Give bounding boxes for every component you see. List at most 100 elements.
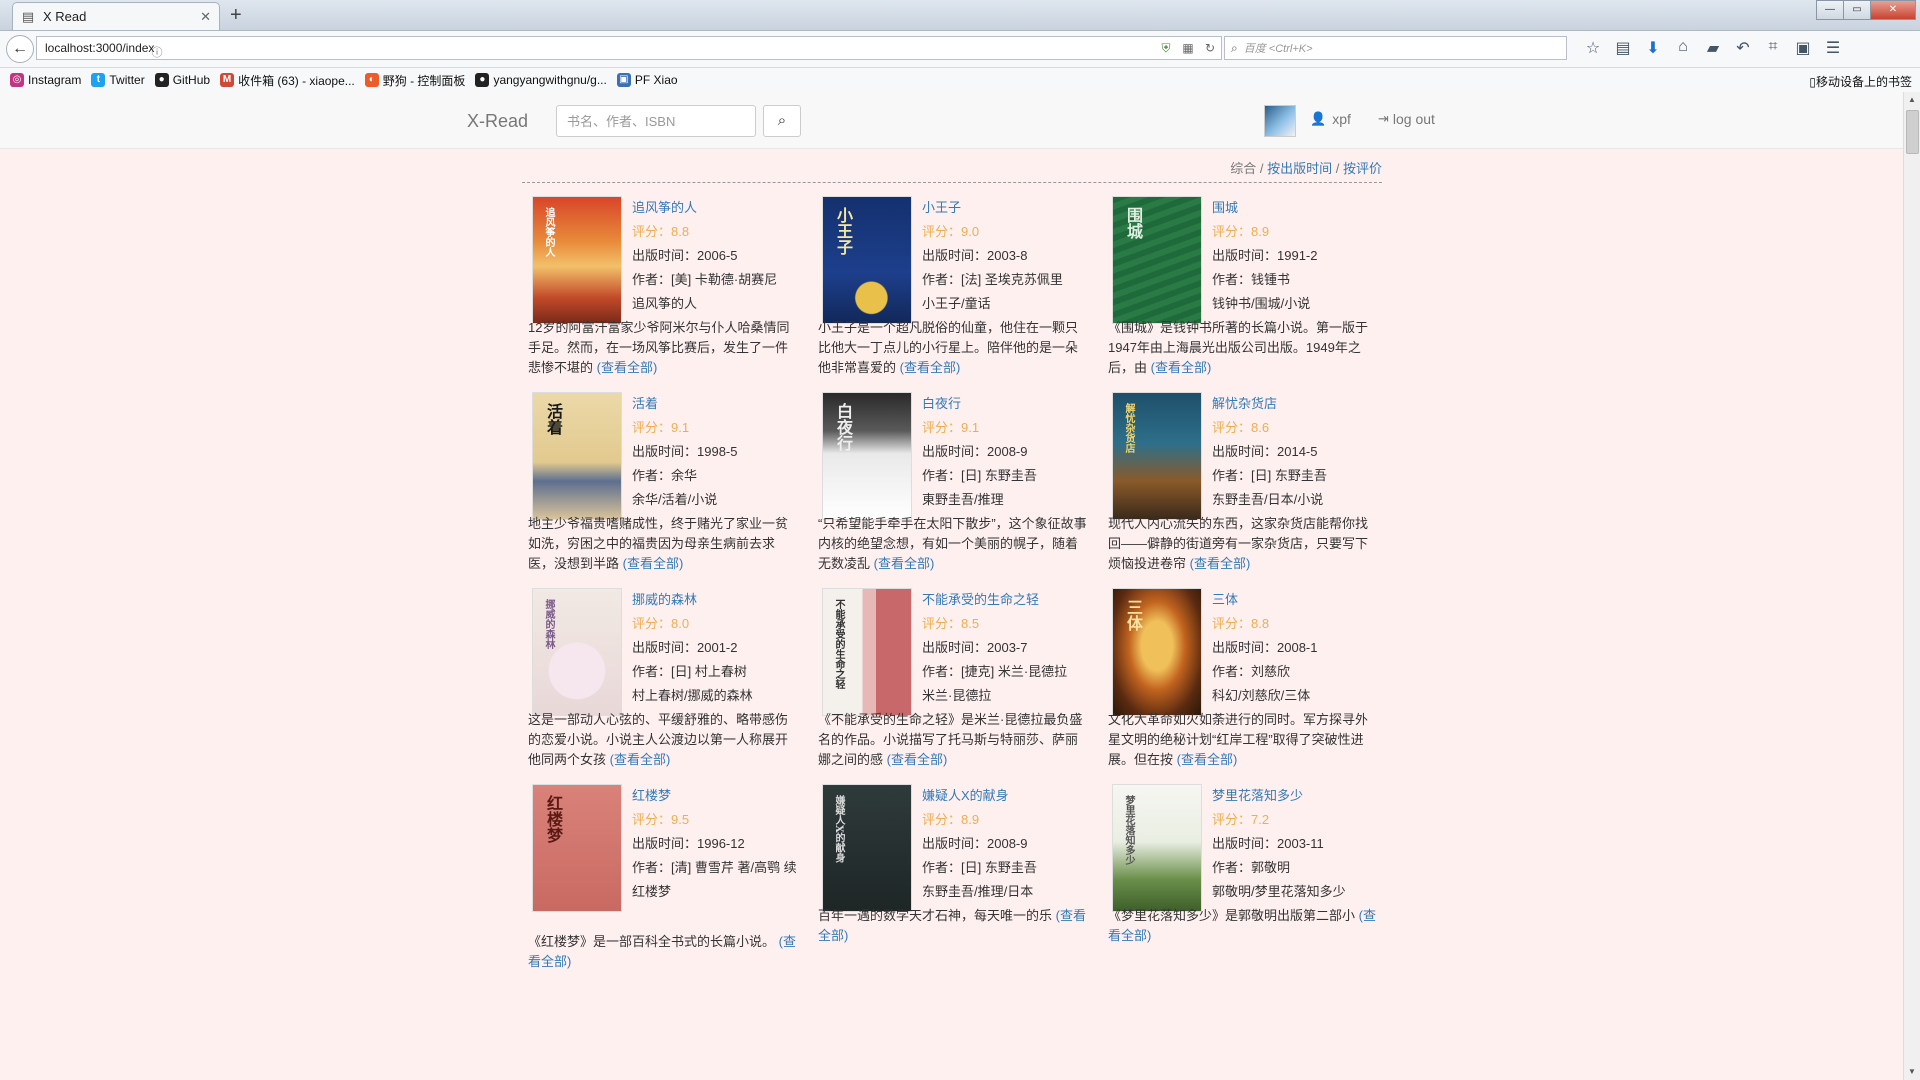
sort-all[interactable]: 综合: [1230, 161, 1256, 176]
download-icon[interactable]: ⬇: [1638, 38, 1668, 58]
avatar[interactable]: [1264, 105, 1296, 137]
github-icon: ●: [475, 73, 490, 87]
bookmark-wilddog[interactable]: ◐ 野狗 - 控制面板: [364, 72, 466, 89]
book-description: 《围城》是钱钟书所著的长篇小说。第一版于1947年由上海晨光出版公司出版。194…: [1108, 318, 1378, 378]
book-rating: 评分：8.9: [922, 808, 1092, 832]
close-tab-icon[interactable]: ✕: [200, 9, 211, 25]
bookmark-twitter[interactable]: t Twitter: [91, 73, 145, 87]
sort-by-date[interactable]: 按出版时间: [1267, 161, 1332, 176]
new-tab-icon[interactable]: +: [230, 4, 242, 26]
bookmark-github-repo[interactable]: ● yangyangwithgnu/g...: [475, 73, 607, 87]
chat-bubble-icon[interactable]: ▰: [1698, 38, 1728, 58]
twitter-icon: t: [91, 73, 106, 87]
search-button[interactable]: ⌕: [763, 105, 801, 137]
book-cover[interactable]: 嫌疑人X的献身: [822, 784, 912, 912]
bookmark-label: 野狗 - 控制面板: [382, 73, 466, 88]
scroll-up-icon[interactable]: ▲: [1904, 92, 1920, 108]
sort-by-rating[interactable]: 按评价: [1343, 161, 1382, 176]
menu-icon[interactable]: ☰: [1818, 38, 1848, 58]
browser-tab[interactable]: ▤ X Read ✕: [12, 2, 220, 30]
view-all-link[interactable]: (查看全部): [1177, 752, 1238, 767]
view-all-link[interactable]: (查看全部): [887, 752, 948, 767]
book-title-link[interactable]: 围城: [1212, 196, 1382, 220]
book-title-link[interactable]: 活着: [632, 392, 802, 416]
book-title-link[interactable]: 解忧杂货店: [1212, 392, 1382, 416]
author-value: 余华: [671, 468, 698, 483]
reload-icon[interactable]: ↻: [1199, 41, 1221, 55]
user-link[interactable]: 👤 xpf: [1310, 111, 1351, 127]
book-cover[interactable]: 梦里花落知多少: [1112, 784, 1202, 912]
book-title-link[interactable]: 红楼梦: [632, 784, 802, 808]
book-author: 作者：[清] 曹雪芹 著/高鹗 续: [632, 856, 802, 880]
bookmark-instagram[interactable]: ◎ Instagram: [10, 73, 81, 87]
bookmark-label: Twitter: [109, 73, 145, 87]
page-scrollbar[interactable]: ▲ ▼: [1903, 92, 1920, 1080]
book-description: 12岁的阿富汗富家少爷阿米尔与仆人哈桑情同手足。然而，在一场风筝比赛后，发生了一…: [528, 318, 798, 378]
published-label: 出版时间：: [632, 836, 698, 851]
book-cover[interactable]: 三体: [1112, 588, 1202, 716]
url-text[interactable]: localhost:3000/index: [45, 41, 1155, 55]
book-card: 梦里花落知多少 梦里花落知多少 评分：7.2 出版时间：2003-11 作者：郭敬明 郭敬…: [1106, 780, 1378, 1010]
book-search-input[interactable]: [556, 105, 756, 137]
book-cover[interactable]: 活着: [532, 392, 622, 520]
view-all-link[interactable]: (查看全部): [874, 556, 935, 571]
book-title-link[interactable]: 三体: [1212, 588, 1382, 612]
book-description: 《不能承受的生命之轻》是米兰·昆德拉最负盛名的作品。小说描写了托马斯与特丽莎、萨…: [818, 710, 1088, 770]
screenshot-icon[interactable]: ▣: [1788, 38, 1818, 58]
logout-link[interactable]: ⇥ log out: [1378, 111, 1435, 127]
view-all-link[interactable]: (查看全部): [1151, 360, 1212, 375]
bookmark-star-icon[interactable]: ☆: [1578, 38, 1608, 58]
back-arrow-icon[interactable]: ←: [6, 35, 34, 63]
book-description: 《红楼梦》是一部百科全书式的长篇小说。 (查看全部): [528, 932, 798, 972]
maximize-icon[interactable]: ▭: [1843, 0, 1871, 20]
book-title-link[interactable]: 追风筝的人: [632, 196, 802, 220]
minimize-icon[interactable]: —: [1816, 0, 1844, 20]
author-label: 作者：: [1212, 468, 1252, 483]
bookmarks-bar: ◎ Instagram t Twitter ● GitHub M 收件箱 (63) - …: [0, 68, 1920, 93]
book-cover[interactable]: 白夜行: [822, 392, 912, 520]
book-title-link[interactable]: 小王子: [922, 196, 1092, 220]
site-info-icon[interactable]: ⓘ: [149, 41, 165, 65]
book-cover[interactable]: 红楼梦: [532, 784, 622, 912]
book-cover[interactable]: 解忧杂货店: [1112, 392, 1202, 520]
bookmark-gmail[interactable]: M 收件箱 (63) - xiaope...: [220, 72, 355, 89]
book-cover[interactable]: 追风筝的人: [532, 196, 622, 324]
view-all-link[interactable]: (查看全部): [623, 556, 684, 571]
reader-list-icon[interactable]: ▤: [1608, 38, 1638, 58]
book-description: 现代人内心流失的东西，这家杂货店能帮你找回——僻静的街道旁有一家杂货店，只要写下…: [1108, 514, 1378, 574]
book-title-link[interactable]: 不能承受的生命之轻: [922, 588, 1092, 612]
rating-value: 9.5: [671, 812, 690, 827]
undo-icon[interactable]: ↶: [1728, 38, 1758, 58]
close-window-icon[interactable]: ✕: [1870, 0, 1916, 20]
home-icon[interactable]: ⌂: [1668, 38, 1698, 58]
scroll-down-icon[interactable]: ▼: [1904, 1064, 1920, 1080]
view-all-link[interactable]: (查看全部): [1190, 556, 1251, 571]
book-cover[interactable]: 挪威的森林: [532, 588, 622, 716]
book-title-link[interactable]: 嫌疑人X的献身: [922, 784, 1092, 808]
book-published: 出版时间：2008-1: [1212, 636, 1382, 660]
view-all-link[interactable]: (查看全部): [610, 752, 671, 767]
qr-code-icon[interactable]: ▦: [1177, 41, 1199, 55]
book-title-link[interactable]: 白夜行: [922, 392, 1092, 416]
author-label: 作者：: [632, 468, 672, 483]
bookmark-github[interactable]: ● GitHub: [154, 73, 210, 87]
bookmark-pf-xiao[interactable]: ▣ PF Xiao: [616, 73, 678, 87]
browser-search-bar[interactable]: ⌕ 百度 <Ctrl+K>: [1224, 36, 1567, 60]
scroll-thumb[interactable]: [1906, 110, 1919, 154]
author-label: 作者：: [922, 272, 962, 287]
mobile-bookmarks[interactable]: ▯移动设备上的书签: [1809, 73, 1912, 90]
book-cover[interactable]: 不能承受的生命之轻: [822, 588, 912, 716]
book-cover[interactable]: 小王子: [822, 196, 912, 324]
address-bar[interactable]: ⓘ localhost:3000/index ⛨ ▦ ↻: [36, 36, 1222, 60]
description-text: 百年一遇的数学天才石神，每天唯一的乐: [818, 908, 1053, 923]
site-brand[interactable]: X-Read: [467, 111, 528, 132]
book-cover[interactable]: 围城: [1112, 196, 1202, 324]
view-all-link[interactable]: (查看全部): [900, 360, 961, 375]
crop-icon[interactable]: ⌗: [1758, 38, 1788, 58]
shield-icon[interactable]: ⛨: [1155, 41, 1177, 56]
book-published: 出版时间：2003-11: [1212, 832, 1382, 856]
book-title-link[interactable]: 挪威的森林: [632, 588, 802, 612]
book-title-link[interactable]: 梦里花落知多少: [1212, 784, 1382, 808]
tab-title: X Read: [43, 9, 87, 24]
view-all-link[interactable]: (查看全部): [597, 360, 658, 375]
